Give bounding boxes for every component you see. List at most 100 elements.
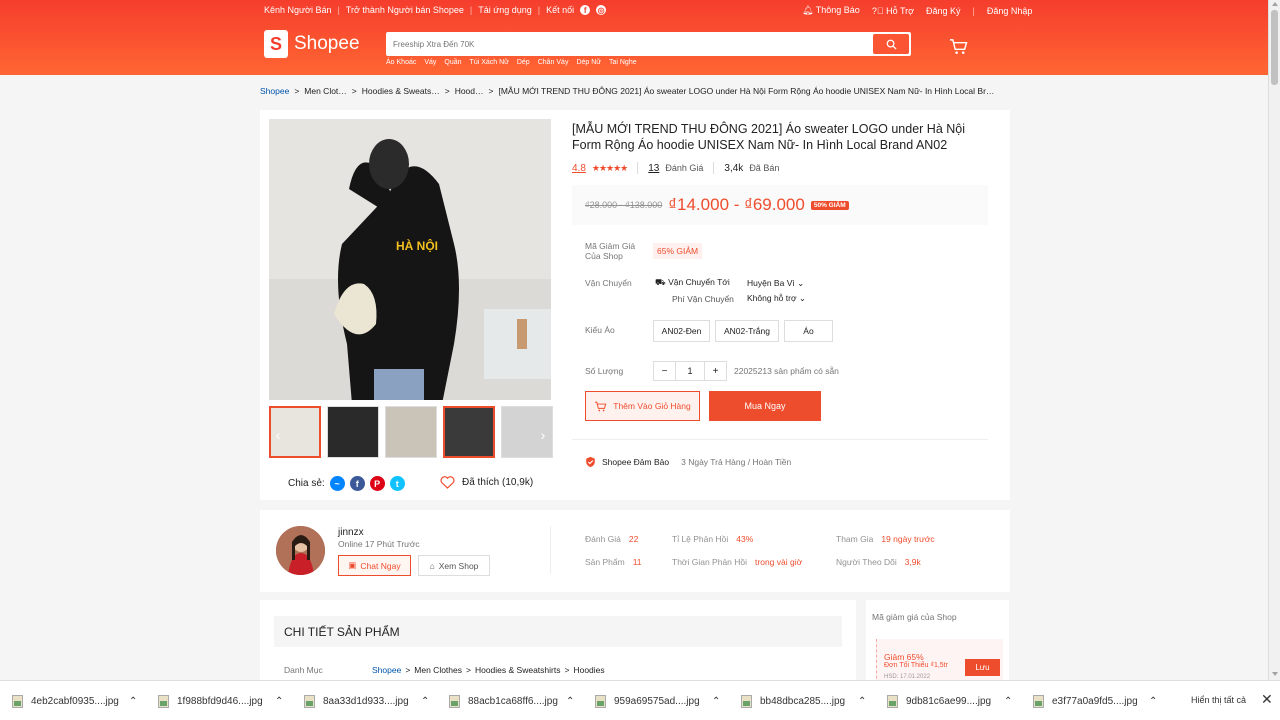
category-link[interactable]: Men Clothes: [414, 665, 462, 675]
download-menu-chevron[interactable]: ⌃: [566, 681, 574, 720]
download-item[interactable]: 88acb1ca68ff6....jpg: [449, 681, 558, 720]
quantity-input[interactable]: 1: [675, 362, 705, 380]
view-shop-button[interactable]: ⌂ Xem Shop: [418, 555, 490, 576]
close-icon[interactable]: ✕: [1261, 691, 1273, 708]
keyword-link[interactable]: Váy: [424, 59, 436, 66]
cart-icon[interactable]: [949, 38, 968, 55]
search-keywords: Áo Khoác Váy Quần Túi Xách Nữ Dép Chân V…: [386, 59, 637, 66]
image-file-icon: [741, 694, 752, 708]
messenger-icon[interactable]: ~: [329, 476, 345, 491]
download-item[interactable]: bb48dbca285....jpg: [741, 681, 845, 720]
product-main-image[interactable]: HÀ NỘI: [269, 119, 551, 400]
buy-now-button[interactable]: Mua Ngay: [709, 391, 821, 421]
product-card: HÀ NỘI ‹ › Chia sẻ: ~ f P t Đã thích (10…: [260, 110, 1010, 500]
keyword-link[interactable]: Dép: [517, 59, 530, 66]
facebook-icon[interactable]: f: [349, 476, 365, 491]
category-link[interactable]: Hoodies: [573, 665, 604, 675]
ship-fee-dropdown[interactable]: Không hỗ trợ ⌄: [747, 293, 806, 304]
category-link[interactable]: Shopee: [372, 665, 401, 675]
top-nav-right: 🔔︎ Thông Báo ?⃝ Hỗ Trợ Đăng Ký | Đăng Nh…: [802, 5, 1033, 16]
save-voucher-button[interactable]: Lưu: [965, 659, 1000, 676]
instagram-icon[interactable]: ◎: [596, 5, 607, 15]
download-item[interactable]: 1f988bfd9d46....jpg: [158, 681, 263, 720]
seller-channel-link[interactable]: Kênh Người Bán: [264, 5, 331, 15]
shop-name[interactable]: jinnzx: [338, 527, 364, 538]
heart-icon: [440, 476, 455, 489]
download-menu-chevron[interactable]: ⌃: [858, 681, 866, 720]
notifications-link[interactable]: 🔔︎ Thông Báo: [802, 5, 860, 16]
breadcrumb: Shopee > Men Clot… > Hoodies & Sweats… > Ho…: [260, 86, 995, 96]
view-shop-label: Xem Shop: [438, 560, 479, 571]
voucher-card: Giảm 65% Đơn Tối Thiểu ₫1,5tr HSD: 17.01…: [876, 639, 1003, 680]
download-menu-chevron[interactable]: ⌃: [129, 681, 137, 720]
category-label: Danh Mục: [284, 665, 323, 675]
keyword-link[interactable]: Chân Váy: [538, 59, 569, 66]
ship-to-dropdown[interactable]: Huyện Ba Vì ⌄: [747, 278, 804, 289]
like-button[interactable]: Đã thích (10,9k): [440, 476, 533, 489]
pinterest-icon[interactable]: P: [369, 476, 385, 491]
show-all-downloads-button[interactable]: Hiển thị tất cả: [1191, 695, 1246, 705]
breadcrumb-item[interactable]: Men Clot…: [304, 86, 347, 96]
shopee-guarantee[interactable]: Shopee Đảm Bảo 3 Ngày Trả Hàng / Hoàn Ti…: [585, 456, 791, 468]
download-filename: 1f988bfd9d46....jpg: [177, 695, 263, 707]
quantity-decrease-button[interactable]: −: [654, 362, 675, 380]
thumbnail-next-arrow[interactable]: ›: [534, 424, 552, 446]
facebook-icon[interactable]: f: [580, 5, 591, 15]
bell-icon: 🔔︎: [802, 5, 814, 15]
scrollbar-thumb[interactable]: [1271, 10, 1278, 85]
help-link[interactable]: ?⃝ Hỗ Trợ: [872, 6, 914, 16]
variant-option[interactable]: AN02-Trắng: [715, 320, 779, 342]
download-item[interactable]: e3f77a0a9fd5....jpg: [1033, 681, 1138, 720]
shop-stat: Thời Gian Phản Hồi trong vài giờ: [672, 557, 802, 567]
guarantee-label: Shopee Đảm Bảo: [602, 457, 670, 467]
download-item[interactable]: 9db81c6ae99....jpg: [887, 681, 991, 720]
quantity-increase-button[interactable]: +: [705, 362, 726, 380]
page-scrollbar[interactable]: [1268, 0, 1280, 680]
reviews-count[interactable]: 13: [648, 163, 659, 174]
stat-value: 3,9k: [904, 557, 921, 567]
keyword-link[interactable]: Dép Nữ: [576, 59, 601, 66]
shop-avatar[interactable]: [276, 526, 325, 575]
download-menu-chevron[interactable]: ⌃: [1149, 681, 1157, 720]
download-item[interactable]: 4eb2cabf0935....jpg: [12, 681, 119, 720]
shopee-logo[interactable]: S Shopee: [264, 30, 360, 58]
breadcrumb-item[interactable]: Hoodies & Sweats…: [362, 86, 440, 96]
download-app-link[interactable]: Tải ứng dụng: [478, 5, 532, 15]
chat-now-button[interactable]: ▣ Chat Ngay: [338, 555, 411, 576]
thumbnail[interactable]: [327, 406, 379, 458]
keyword-link[interactable]: Túi Xách Nữ: [470, 59, 509, 66]
twitter-icon[interactable]: t: [389, 476, 405, 491]
keyword-link[interactable]: Tai Nghe: [609, 59, 637, 66]
variant-option[interactable]: AN02-Đen: [653, 320, 710, 342]
download-menu-chevron[interactable]: ⌃: [275, 681, 283, 720]
stat-label: Tỉ Lệ Phản Hồi: [672, 534, 729, 544]
download-filename: 88acb1ca68ff6....jpg: [468, 695, 558, 707]
keyword-link[interactable]: Áo Khoác: [386, 59, 416, 66]
top-nav-left: Kênh Người Bán | Trở thành Người bán Shop…: [264, 5, 607, 15]
stat-value: 19 ngày trước: [881, 534, 935, 544]
truck-icon: ⛟: [655, 277, 666, 287]
keyword-link[interactable]: Quần: [444, 59, 461, 66]
register-link[interactable]: Đăng Ký: [926, 6, 961, 16]
product-thumbnails: [269, 406, 553, 458]
rating-score[interactable]: 4.8: [572, 163, 586, 174]
download-item[interactable]: 8aa33d1d933....jpg: [304, 681, 409, 720]
category-link[interactable]: Hoodies & Sweatshirts: [475, 665, 561, 675]
download-item[interactable]: 959a69575ad....jpg: [595, 681, 700, 720]
shop-voucher-chip[interactable]: 65% GIẢM: [653, 243, 703, 259]
thumbnail[interactable]: [443, 406, 495, 458]
breadcrumb-item[interactable]: Hood…: [455, 86, 484, 96]
stat-value: 11: [632, 557, 642, 567]
variant-option[interactable]: Áo: [784, 320, 833, 342]
download-menu-chevron[interactable]: ⌃: [1004, 681, 1012, 720]
download-menu-chevron[interactable]: ⌃: [712, 681, 720, 720]
thumbnail[interactable]: [385, 406, 437, 458]
search-button[interactable]: [873, 34, 909, 54]
become-seller-link[interactable]: Trở thành Người bán Shopee: [346, 5, 464, 15]
breadcrumb-item[interactable]: Shopee: [260, 86, 289, 96]
login-link[interactable]: Đăng Nhập: [987, 6, 1033, 16]
download-menu-chevron[interactable]: ⌃: [421, 681, 429, 720]
thumbnail-prev-arrow[interactable]: ‹: [269, 424, 287, 446]
add-to-cart-button[interactable]: Thêm Vào Giỏ Hàng: [585, 391, 700, 421]
search-input[interactable]: [386, 34, 873, 54]
